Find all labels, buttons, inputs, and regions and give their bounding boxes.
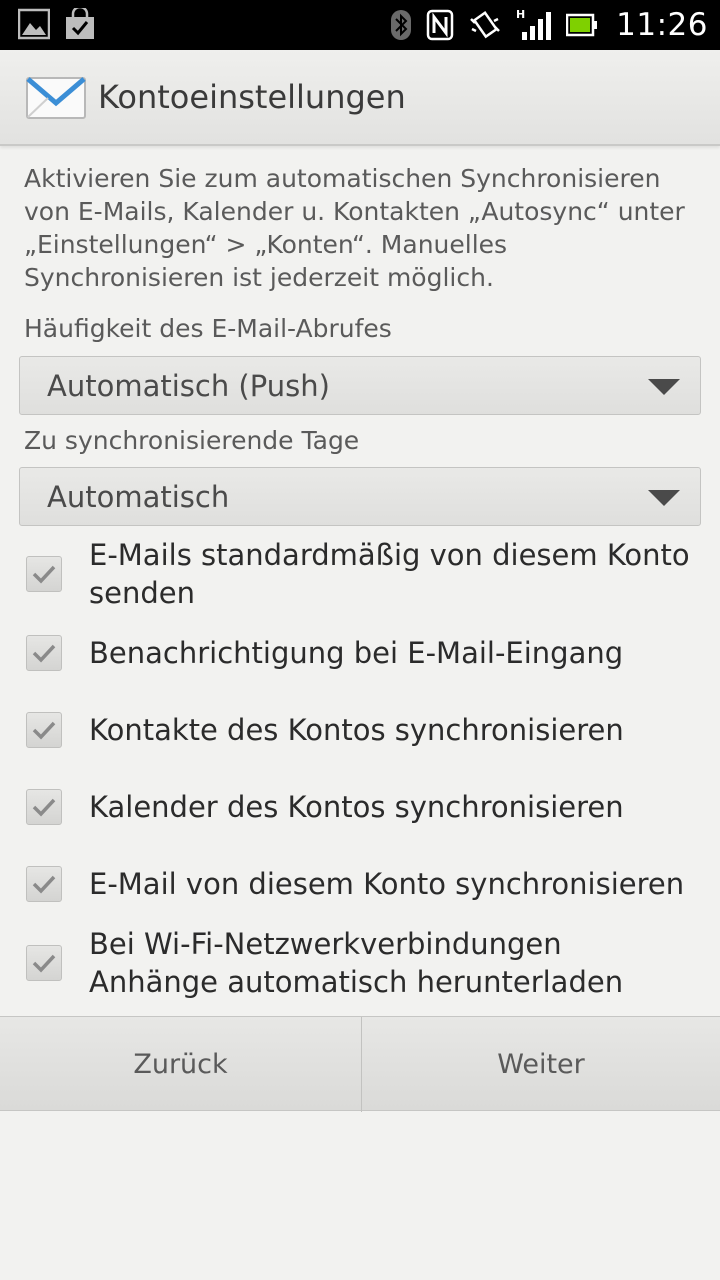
button-bar: Zurück Weiter [0,1016,720,1112]
option-label: E-Mail von diesem Konto synchronisieren [89,867,685,901]
option-label: Benachrichtigung bei E-Mail-Eingang [89,636,624,670]
frequency-value: Automatisch (Push) [47,369,330,403]
checkbox[interactable] [26,945,62,981]
frequency-label: Häufigkeit des E-Mail-Abrufes [24,314,392,343]
page-title: Kontoeinstellungen [98,78,406,116]
option-wifi-attachments[interactable]: Bei Wi-Fi-Netzwerkverbindungen Anhänge a… [0,925,720,1001]
dropdown-arrow-icon [648,490,680,512]
checkbox[interactable] [26,556,62,592]
dropdown-arrow-icon [648,379,680,401]
title-bar: Kontoeinstellungen [0,50,720,146]
clock: 11:26 [616,7,708,43]
option-label: Kalender des Kontos synchronisieren [89,790,624,824]
option-sync-contacts[interactable]: Kontakte des Kontos synchronisieren [0,711,720,751]
back-button[interactable]: Zurück [0,1017,361,1112]
notification-icons [18,8,96,40]
frequency-dropdown[interactable]: Automatisch (Push) [19,356,701,415]
shopping-bag-icon [64,8,96,40]
battery-icon [566,13,598,37]
option-sync-calendar[interactable]: Kalender des Kontos synchronisieren [0,788,720,828]
intro-text: Aktivieren Sie zum automatischen Synchro… [24,164,685,292]
sync-days-label: Zu synchronisierende Tage [24,426,360,455]
checkbox[interactable] [26,866,62,902]
checkbox[interactable] [26,635,62,671]
status-bar: H 11:26 [0,0,720,50]
signal-icon: H [516,8,552,42]
checkbox[interactable] [26,789,62,825]
option-notification[interactable]: Benachrichtigung bei E-Mail-Eingang [0,634,720,674]
checkbox[interactable] [26,712,62,748]
nfc-icon [426,9,454,41]
option-label: Bei Wi-Fi-Netzwerkverbindungen Anhänge a… [89,927,624,999]
option-label: Kontakte des Kontos synchronisieren [89,713,624,747]
option-sync-email[interactable]: E-Mail von diesem Konto synchronisieren [0,865,720,905]
sync-days-dropdown[interactable]: Automatisch [19,467,701,526]
gallery-icon [18,8,50,40]
next-button[interactable]: Weiter [362,1017,720,1112]
mail-envelope-icon [26,76,86,124]
system-icons: H 11:26 [390,0,708,50]
vibrate-icon [468,9,502,41]
svg-text:H: H [516,8,525,21]
option-send-default[interactable]: E-Mails standardmäßig von diesem Konto s… [0,536,720,612]
bluetooth-icon [390,9,412,41]
option-label: E-Mails standardmäßig von diesem Konto s… [89,538,690,610]
sync-days-value: Automatisch [47,480,230,514]
